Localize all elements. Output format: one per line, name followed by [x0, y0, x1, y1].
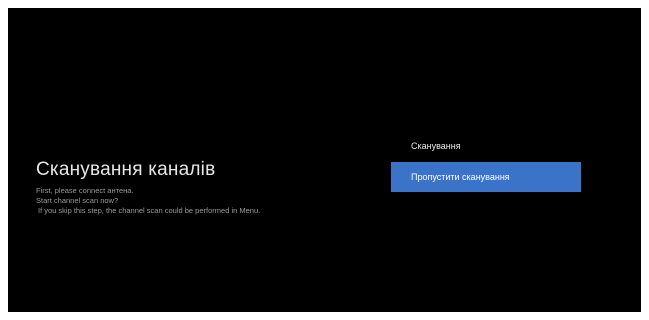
options-menu: Сканування Пропустити сканування [391, 134, 581, 192]
description-line: First, please connect антена. [36, 186, 134, 195]
info-panel: Сканування каналів First, please connect… [36, 158, 366, 216]
tv-screen: Сканування каналів First, please connect… [8, 8, 641, 312]
page-title: Сканування каналів [36, 159, 216, 180]
skip-scan-option[interactable]: Пропустити сканування [391, 162, 581, 192]
description-line: Start channel scan now? [36, 196, 119, 205]
description: First, please connect антена. Start chan… [36, 186, 366, 216]
scan-option[interactable]: Сканування [391, 134, 581, 158]
description-line: If you skip this step, the channel scan … [38, 206, 261, 215]
